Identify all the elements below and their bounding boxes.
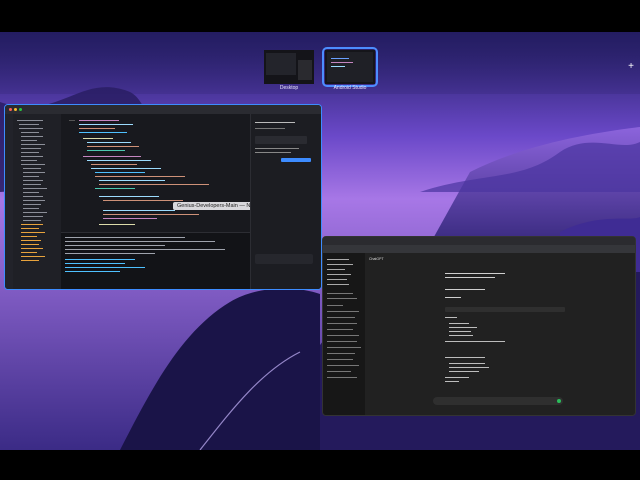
ide-titlebar — [5, 105, 321, 114]
android-studio-thumbnail-preview — [325, 50, 375, 84]
space-desktop-thumbnail[interactable] — [264, 50, 314, 84]
chat-sidebar-list — [327, 259, 361, 378]
ide-assistant-panel[interactable] — [250, 114, 321, 289]
ide-terminal-panel[interactable] — [61, 232, 251, 289]
chat-messages — [445, 273, 565, 382]
browser-window[interactable]: ChatGPT — [322, 236, 636, 416]
space-android-studio-label: Android Studio — [333, 85, 367, 91]
desktop-thumbnail-preview — [264, 50, 314, 84]
close-dot-icon[interactable] — [9, 108, 12, 111]
chat-input[interactable] — [433, 397, 563, 405]
ide-activity-bar[interactable] — [5, 114, 13, 289]
add-space-button[interactable]: + — [628, 62, 634, 72]
code-lines — [69, 120, 209, 225]
zoom-dot-icon[interactable] — [19, 108, 22, 111]
space-android-studio-thumbnail[interactable] — [322, 47, 378, 87]
terminal-lines — [65, 237, 225, 272]
ide-code-editor[interactable]: Genius-Developers-Main — Navbar.tsx — [61, 114, 277, 232]
chat-app-title[interactable]: ChatGPT — [369, 257, 384, 261]
spaces-bar: Desktop Android Studio + — [0, 32, 640, 94]
ide-explorer-panel[interactable] — [13, 114, 61, 289]
chat-main[interactable]: ChatGPT — [365, 253, 635, 415]
ide-window[interactable]: Genius-Developers-Main — Navbar.tsx — [4, 104, 322, 290]
chat-sidebar[interactable] — [323, 253, 365, 415]
desktop: Desktop Android Studio + Genius-Develope… — [0, 32, 640, 450]
assistant-panel-content — [255, 122, 313, 264]
explorer-tree — [17, 120, 47, 261]
browser-address-bar[interactable] — [323, 245, 635, 253]
send-icon[interactable] — [557, 399, 561, 403]
space-desktop-label: Desktop — [279, 85, 299, 91]
minimize-dot-icon[interactable] — [14, 108, 17, 111]
browser-tabs[interactable] — [323, 237, 635, 245]
